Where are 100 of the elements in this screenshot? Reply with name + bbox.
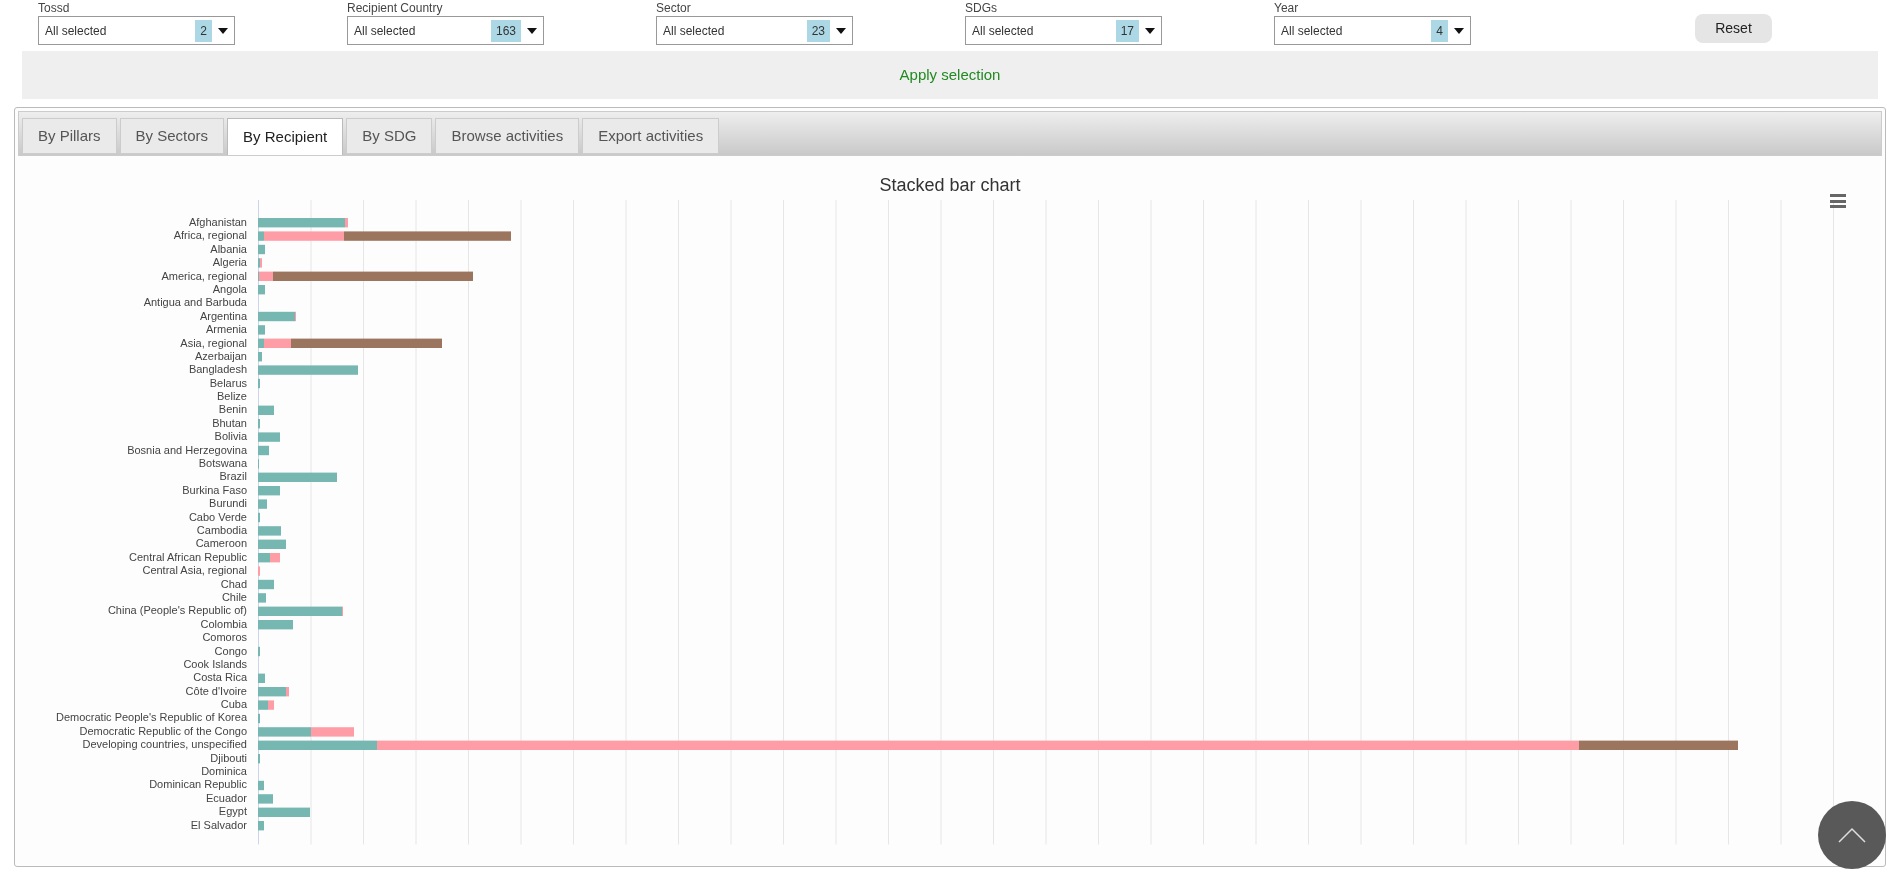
count-badge: 163 bbox=[490, 19, 521, 42]
filter-dropdown[interactable]: All selected 2 bbox=[38, 16, 235, 45]
bar-segment bbox=[258, 807, 310, 817]
row-label: Dominica bbox=[201, 765, 247, 779]
row-label: Burundi bbox=[209, 497, 247, 511]
bar-segment bbox=[258, 579, 274, 590]
row-label: Bosnia and Herzegovina bbox=[127, 443, 247, 458]
row-label: Bangladesh bbox=[188, 363, 247, 377]
row-label: Chile bbox=[221, 590, 247, 605]
caret-icon bbox=[836, 27, 846, 34]
filter-label: Sector bbox=[656, 2, 691, 15]
row-label: Developing countries, unspecified bbox=[82, 738, 247, 752]
row-label: Central African Republic bbox=[129, 550, 247, 565]
row-label: Africa, regional bbox=[173, 229, 247, 243]
dropdown-value: All selected bbox=[972, 22, 1035, 40]
row-label: Cabo Verde bbox=[188, 510, 247, 524]
dropdown-value: All selected bbox=[663, 22, 726, 40]
row-label: Democratic People's Republic of Korea bbox=[55, 711, 247, 725]
bar-segment bbox=[258, 499, 267, 509]
bar-segment bbox=[258, 405, 274, 415]
bar-segment bbox=[258, 445, 269, 456]
reset-button[interactable]: Reset bbox=[1695, 14, 1772, 43]
bar-segment bbox=[258, 780, 264, 791]
tab[interactable]: By Recipient bbox=[227, 118, 344, 155]
dropdown-value: All selected bbox=[354, 22, 417, 40]
row-label: Asia, regional bbox=[180, 336, 247, 350]
row-label: Costa Rica bbox=[193, 671, 247, 685]
row-label: Colombia bbox=[200, 617, 247, 632]
dropdown-value: All selected bbox=[45, 22, 108, 40]
count-badge: 2 bbox=[195, 19, 212, 42]
bar-segment bbox=[258, 620, 293, 630]
bar-segment bbox=[258, 432, 280, 442]
bar-segment bbox=[258, 244, 265, 255]
tab[interactable]: Export activities bbox=[582, 118, 720, 154]
count-badge: 17 bbox=[1115, 19, 1139, 42]
filter-dropdown[interactable]: All selected 23 bbox=[656, 16, 853, 45]
row-label: Azerbaijan bbox=[195, 349, 247, 364]
row-label: America, regional bbox=[161, 269, 247, 283]
caret-icon bbox=[1454, 27, 1464, 34]
filter-dropdown[interactable]: All selected 163 bbox=[347, 16, 544, 45]
filter-label: Year bbox=[1274, 2, 1299, 15]
row-label: Belarus bbox=[209, 376, 247, 391]
row-label: Cuba bbox=[220, 698, 247, 712]
row-label: Cambodia bbox=[196, 524, 247, 538]
caret-icon bbox=[527, 27, 537, 34]
row-label: Central Asia, regional bbox=[142, 564, 247, 578]
tab[interactable]: By Pillars bbox=[22, 118, 117, 154]
filter-label: Recipient Country bbox=[347, 2, 443, 15]
row-label: Bolivia bbox=[214, 430, 247, 444]
bar-segment bbox=[258, 325, 265, 335]
row-label: Belize bbox=[217, 390, 247, 404]
count-badge: 4 bbox=[1431, 19, 1448, 42]
filter-label: SDGs bbox=[965, 2, 997, 15]
row-label: Armenia bbox=[206, 323, 247, 337]
bar-segment bbox=[258, 593, 266, 603]
bar-segment bbox=[258, 727, 311, 737]
filter-dropdown[interactable]: All selected 17 bbox=[965, 16, 1162, 45]
bar-segment bbox=[311, 727, 354, 737]
row-label: Argentina bbox=[199, 309, 247, 324]
row-label: Albania bbox=[210, 242, 247, 257]
row-label: Comoros bbox=[202, 631, 247, 645]
row-label: Côte d'Ivoire bbox=[185, 684, 247, 699]
row-label: Burkina Faso bbox=[182, 483, 247, 498]
bar-segment bbox=[258, 526, 281, 536]
row-label: Ecuador bbox=[206, 791, 247, 806]
row-label: Dominican Republic bbox=[149, 778, 247, 792]
menu-icon[interactable] bbox=[1830, 194, 1846, 208]
bar-segment bbox=[258, 553, 270, 563]
chart-title: Stacked bar chart bbox=[879, 174, 1021, 197]
row-label: Democratic Republic of the Congo bbox=[79, 724, 247, 739]
dropdown-value: All selected bbox=[1281, 22, 1344, 40]
count-badge: 23 bbox=[806, 19, 830, 42]
filter-label: Tossd bbox=[38, 2, 70, 15]
row-label: Botswana bbox=[198, 457, 247, 471]
apply-selection-button[interactable]: Apply selection bbox=[22, 51, 1878, 99]
tab[interactable]: Browse activities bbox=[435, 118, 580, 154]
row-label: Cameroon bbox=[195, 537, 247, 551]
tab[interactable]: By Sectors bbox=[119, 118, 225, 154]
filter-dropdown[interactable]: All selected 4 bbox=[1274, 16, 1471, 45]
row-label: Algeria bbox=[212, 256, 247, 270]
row-label: Antigua and Barbuda bbox=[143, 296, 247, 310]
bar-segment bbox=[258, 486, 280, 496]
bar-segment bbox=[258, 821, 264, 831]
bar-segment bbox=[258, 285, 265, 295]
row-label: Bhutan bbox=[212, 416, 247, 431]
row-label: China (People's Republic of) bbox=[107, 604, 247, 618]
row-label: Djibouti bbox=[210, 751, 247, 765]
row-label: El Salvador bbox=[190, 818, 247, 832]
tab[interactable]: By SDG bbox=[346, 118, 433, 154]
row-label: Congo bbox=[214, 644, 247, 658]
row-label: Brazil bbox=[219, 470, 247, 484]
row-label: Chad bbox=[220, 577, 247, 591]
row-label: Egypt bbox=[218, 805, 247, 819]
row-label: Afghanistan bbox=[188, 216, 247, 230]
caret-icon bbox=[218, 27, 228, 34]
bar-segment bbox=[258, 794, 273, 804]
chevron-up-icon bbox=[1838, 827, 1866, 843]
row-label: Angola bbox=[212, 282, 247, 297]
bar-segment bbox=[258, 673, 265, 683]
bar-segment bbox=[258, 539, 286, 549]
